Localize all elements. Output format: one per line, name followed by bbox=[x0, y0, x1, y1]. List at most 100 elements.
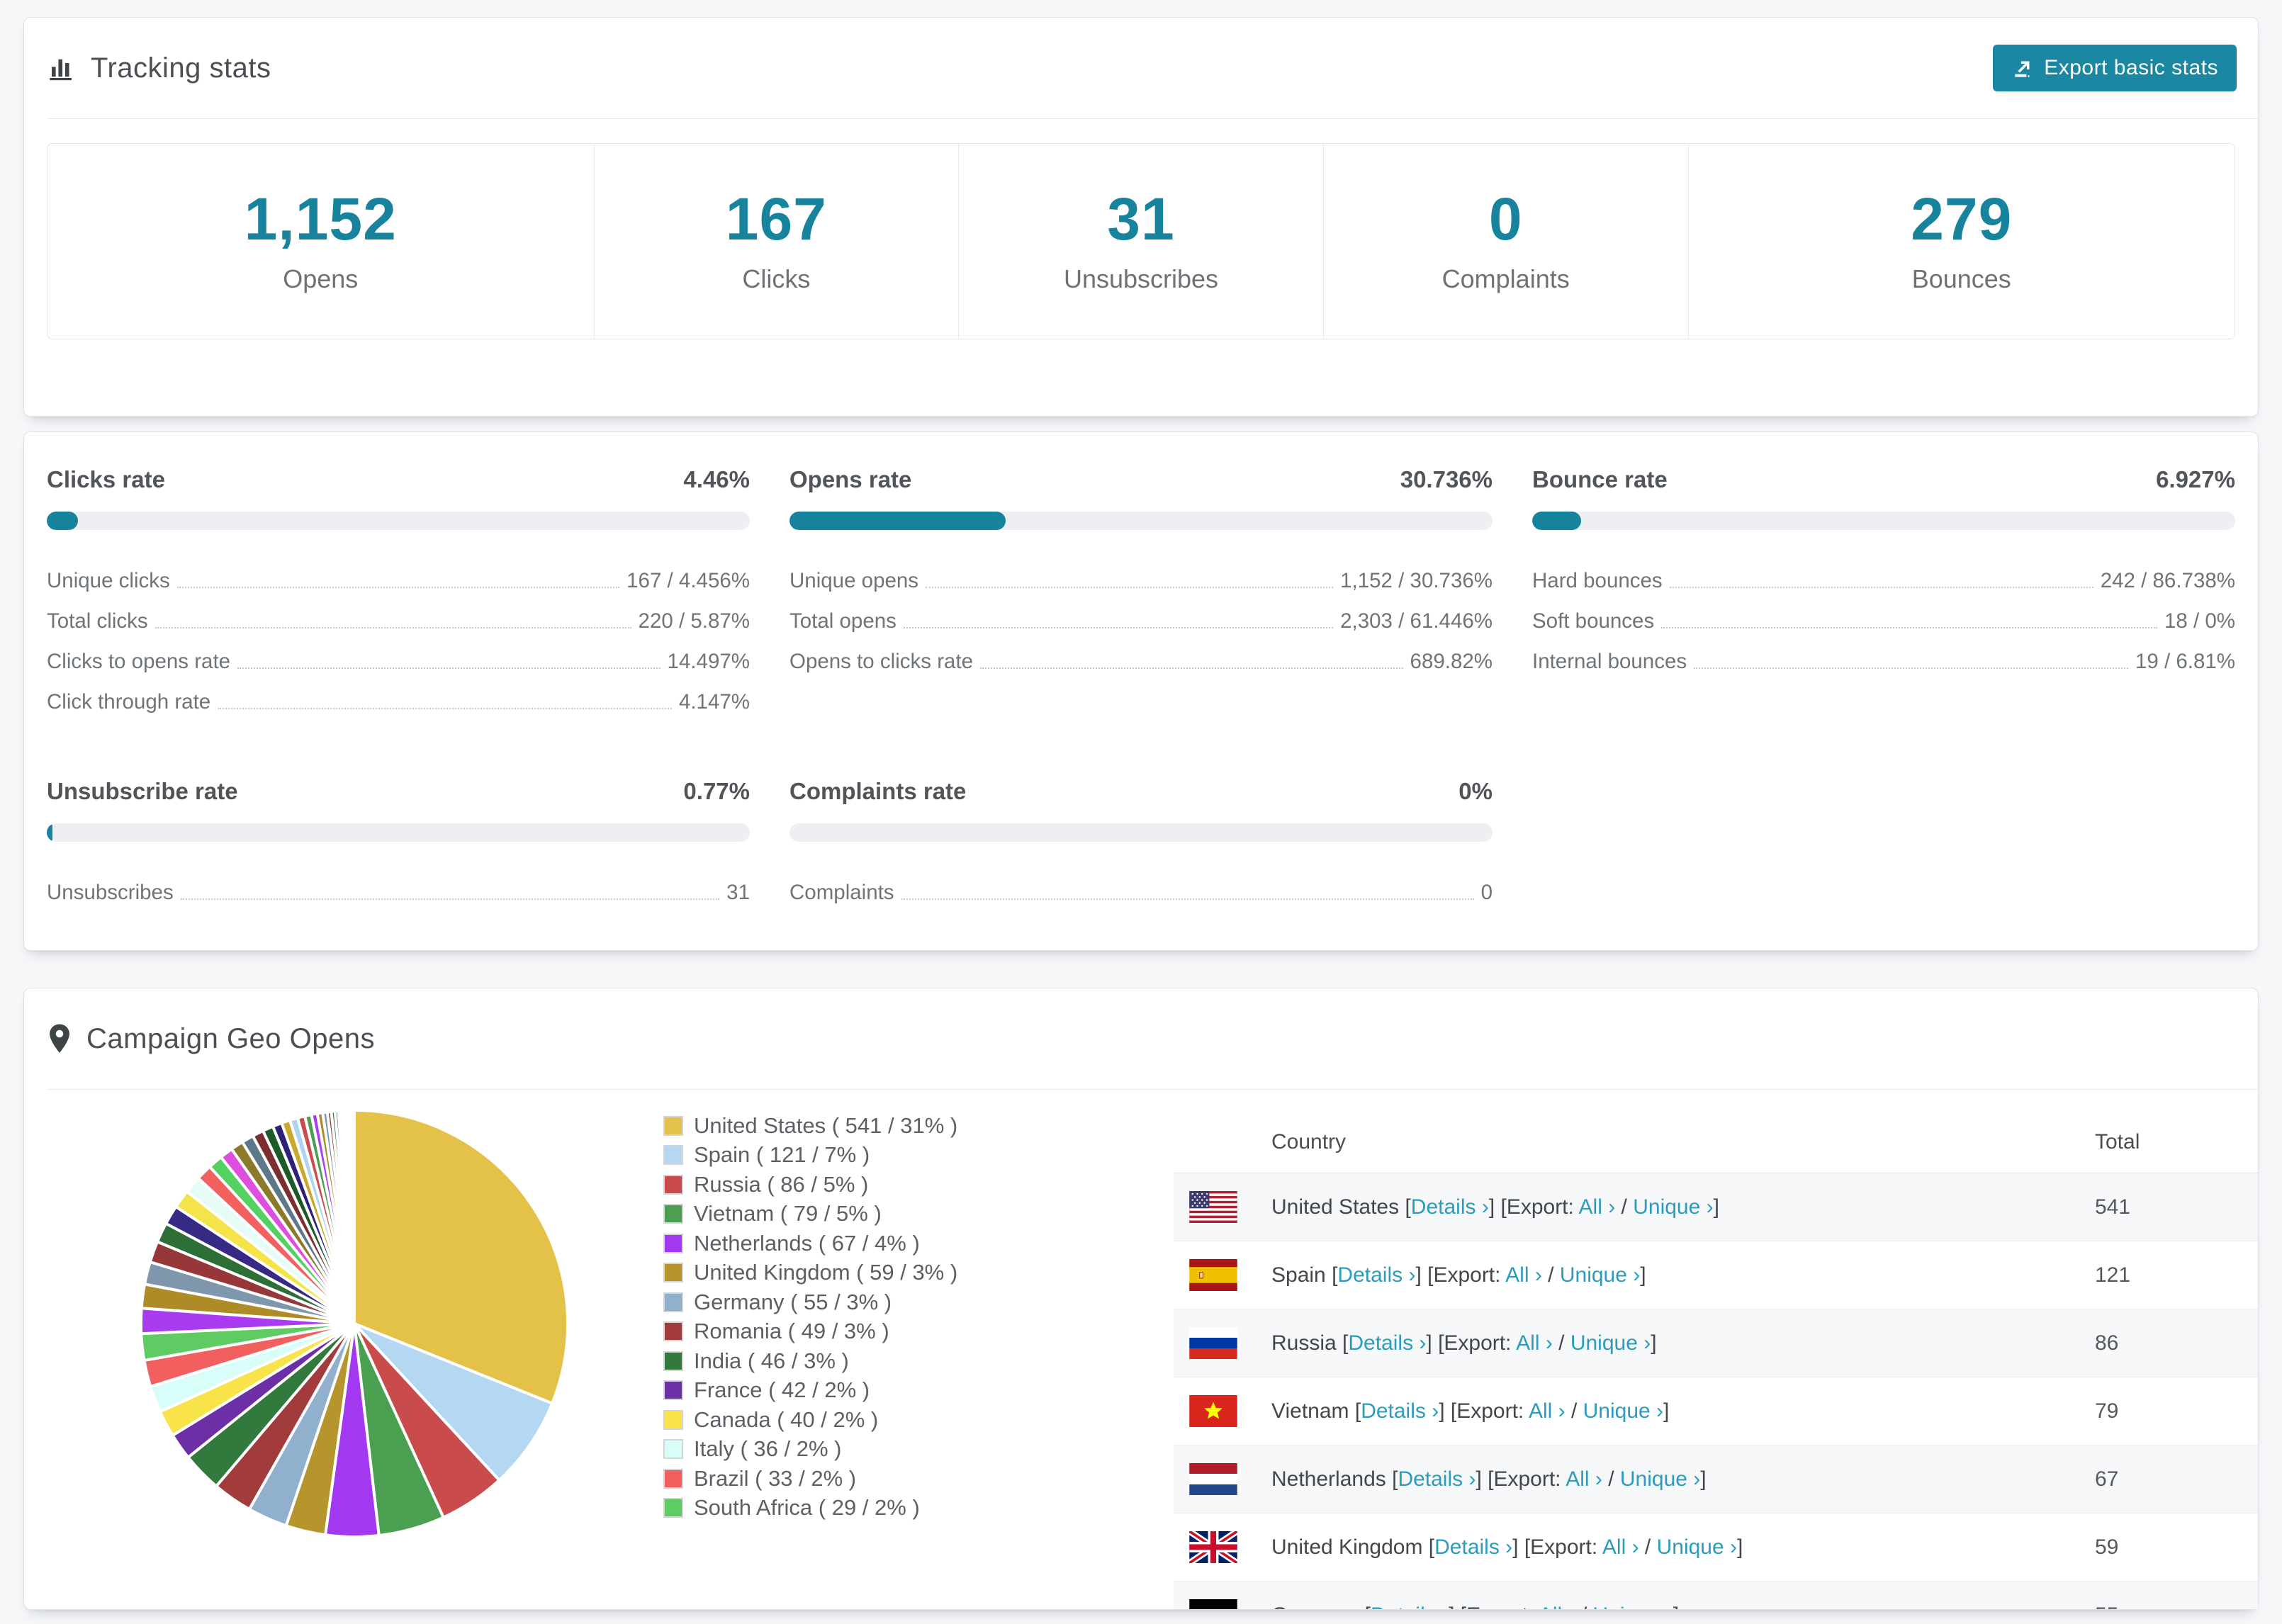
details-link[interactable]: Details › bbox=[1411, 1195, 1489, 1219]
legend-label: Vietnam ( 79 / 5% ) bbox=[694, 1201, 882, 1227]
details-link[interactable]: Details › bbox=[1361, 1399, 1439, 1423]
legend-label: Germany ( 55 / 3% ) bbox=[694, 1289, 892, 1314]
rate-stat-value: 1,152 / 30.736% bbox=[1340, 569, 1493, 592]
export-all-link[interactable]: All › bbox=[1505, 1263, 1542, 1287]
de-flag-icon bbox=[1189, 1599, 1237, 1609]
tracking-stats-header: Tracking stats Export basic stats bbox=[24, 18, 2258, 118]
rate-stat-value: 4.147% bbox=[678, 690, 750, 714]
legend-label: United States ( 541 / 31% ) bbox=[694, 1112, 958, 1138]
stat-label: Unsubscribes bbox=[1063, 264, 1219, 293]
details-link[interactable]: Details › bbox=[1348, 1331, 1426, 1355]
rate-stat-row: Soft bounces 18 / 0% bbox=[1532, 594, 2235, 635]
dotted-leader bbox=[903, 627, 1334, 628]
country-name: Vietnam bbox=[1271, 1399, 1349, 1423]
legend-item: United States ( 541 / 31% ) bbox=[663, 1111, 957, 1141]
rate-stat-value: 14.497% bbox=[667, 650, 750, 673]
legend-swatch bbox=[663, 1468, 683, 1489]
header-divider bbox=[47, 118, 2258, 119]
country-cell: Russia [Details ›] [Export: All › / Uniq… bbox=[1271, 1331, 1657, 1355]
details-link[interactable]: Details › bbox=[1398, 1467, 1476, 1491]
export-unique-link[interactable]: Unique › bbox=[1620, 1467, 1700, 1491]
rate-stat-label: Unique opens bbox=[789, 569, 919, 592]
legend-item: France ( 42 / 2% ) bbox=[663, 1376, 957, 1406]
legend-label: India ( 46 / 3% ) bbox=[694, 1348, 849, 1373]
rate-stat-row: Unique clicks 167 / 4.456% bbox=[47, 554, 750, 594]
country-cell: United States [Details ›] [Export: All ›… bbox=[1271, 1195, 1719, 1219]
legend-swatch bbox=[663, 1263, 683, 1283]
stat-label: Complaints bbox=[1441, 264, 1570, 293]
export-all-link[interactable]: All › bbox=[1579, 1195, 1616, 1219]
export-unique-link[interactable]: Unique › bbox=[1633, 1195, 1713, 1219]
legend-item: Germany ( 55 / 3% ) bbox=[663, 1287, 957, 1317]
rate-progress-fill bbox=[1532, 512, 1581, 530]
export-unique-link[interactable]: Unique › bbox=[1657, 1535, 1737, 1559]
geo-title-wrap: Campaign Geo Opens bbox=[47, 1023, 375, 1055]
country-name: Spain bbox=[1271, 1263, 1326, 1287]
legend-label: Netherlands ( 67 / 4% ) bbox=[694, 1230, 920, 1256]
legend-item: Canada ( 40 / 2% ) bbox=[663, 1405, 957, 1435]
export-all-link[interactable]: All › bbox=[1516, 1331, 1553, 1355]
export-unique-link[interactable]: Unique › bbox=[1583, 1399, 1663, 1423]
rate-title: Clicks rate bbox=[47, 466, 165, 492]
export-unique-link[interactable]: Unique › bbox=[1560, 1263, 1640, 1287]
rate-stat-label: Click through rate bbox=[47, 690, 211, 714]
rate-title-row: Clicks rate 4.46% bbox=[47, 466, 750, 493]
rate-block-bounce-rate: Bounce rate 6.927% Hard bounces 242 / 86.73… bbox=[1532, 466, 2235, 716]
rate-stat-value: 0 bbox=[1480, 881, 1493, 904]
legend-swatch bbox=[663, 1321, 683, 1342]
legend-swatch bbox=[663, 1174, 683, 1195]
export-all-link[interactable]: All › bbox=[1566, 1467, 1602, 1491]
export-basic-stats-button[interactable]: Export basic stats bbox=[1993, 45, 2237, 91]
rate-percent: 0% bbox=[1458, 778, 1493, 804]
rate-progress-track bbox=[789, 512, 1493, 530]
rate-stat-row: Unsubscribes 31 bbox=[47, 866, 750, 906]
legend-item: Vietnam ( 79 / 5% ) bbox=[663, 1200, 957, 1229]
export-all-link[interactable]: All › bbox=[1529, 1399, 1566, 1423]
dotted-leader bbox=[926, 587, 1334, 588]
stat-value: 31 bbox=[1107, 185, 1175, 252]
rate-progress-fill bbox=[47, 823, 52, 842]
geo-pie-chart bbox=[136, 1105, 573, 1542]
rate-stat-value: 2,303 / 61.446% bbox=[1340, 609, 1493, 633]
rate-percent: 6.927% bbox=[2156, 466, 2235, 492]
geo-legend: United States ( 541 / 31% ) Spain ( 121 /… bbox=[663, 1111, 957, 1523]
details-link[interactable]: Details › bbox=[1434, 1535, 1512, 1559]
vn-flag-icon bbox=[1189, 1395, 1237, 1427]
rate-percent: 0.77% bbox=[683, 778, 750, 804]
rate-title-row: Opens rate 30.736% bbox=[789, 466, 1493, 493]
rate-block-complaints-rate: Complaints rate 0% Complaints 0 bbox=[789, 778, 1493, 906]
geo-table-row-united-states: United States [Details ›] [Export: All ›… bbox=[1174, 1173, 2258, 1241]
legend-label: Spain ( 121 / 7% ) bbox=[694, 1142, 870, 1168]
details-link[interactable]: Details › bbox=[1337, 1263, 1415, 1287]
rate-progress-track bbox=[1532, 512, 2235, 530]
rate-stat-row: Internal bounces 19 / 6.81% bbox=[1532, 635, 2235, 675]
export-all-link[interactable]: All › bbox=[1539, 1603, 1575, 1610]
country-total: 67 bbox=[2095, 1467, 2119, 1491]
rate-progress-fill bbox=[47, 512, 79, 530]
geo-table-row-russia: Russia [Details ›] [Export: All › / Uniq… bbox=[1174, 1309, 2258, 1377]
geo-table-row-germany: Germany [Details ›] [Export: All › / Uni… bbox=[1174, 1581, 2258, 1609]
dotted-leader bbox=[176, 587, 620, 588]
rate-block-opens-rate: Opens rate 30.736% Unique opens 1,152 / 30.… bbox=[789, 466, 1493, 716]
export-unique-link[interactable]: Unique › bbox=[1593, 1603, 1673, 1610]
details-link[interactable]: Details › bbox=[1371, 1603, 1449, 1610]
legend-item: Brazil ( 33 / 2% ) bbox=[663, 1464, 957, 1494]
rate-progress-track bbox=[47, 823, 750, 842]
legend-item: Spain ( 121 / 7% ) bbox=[663, 1141, 957, 1171]
export-unique-link[interactable]: Unique › bbox=[1570, 1331, 1651, 1355]
stat-box-bounces: 279 Bounces bbox=[1687, 144, 2235, 339]
dotted-leader bbox=[180, 898, 720, 900]
country-cell: Spain [Details ›] [Export: All › / Uniqu… bbox=[1271, 1263, 1646, 1287]
legend-item: Romania ( 49 / 3% ) bbox=[663, 1317, 957, 1347]
dotted-leader bbox=[980, 667, 1403, 669]
rates-grid: Clicks rate 4.46% Unique clicks 167 / 4.456… bbox=[47, 466, 2235, 906]
rate-stat-label: Total opens bbox=[789, 609, 896, 633]
export-all-link[interactable]: All › bbox=[1602, 1535, 1639, 1559]
rate-stat-row: Hard bounces 242 / 86.738% bbox=[1532, 554, 2235, 594]
rate-block-clicks-rate: Clicks rate 4.46% Unique clicks 167 / 4.456… bbox=[47, 466, 750, 716]
rate-stat-label: Total clicks bbox=[47, 609, 148, 633]
es-flag-icon bbox=[1189, 1259, 1237, 1291]
geo-body: United States ( 541 / 31% ) Spain ( 121 /… bbox=[24, 1090, 2258, 1609]
rate-title-row: Bounce rate 6.927% bbox=[1532, 466, 2235, 493]
stat-value: 279 bbox=[1911, 185, 2013, 252]
